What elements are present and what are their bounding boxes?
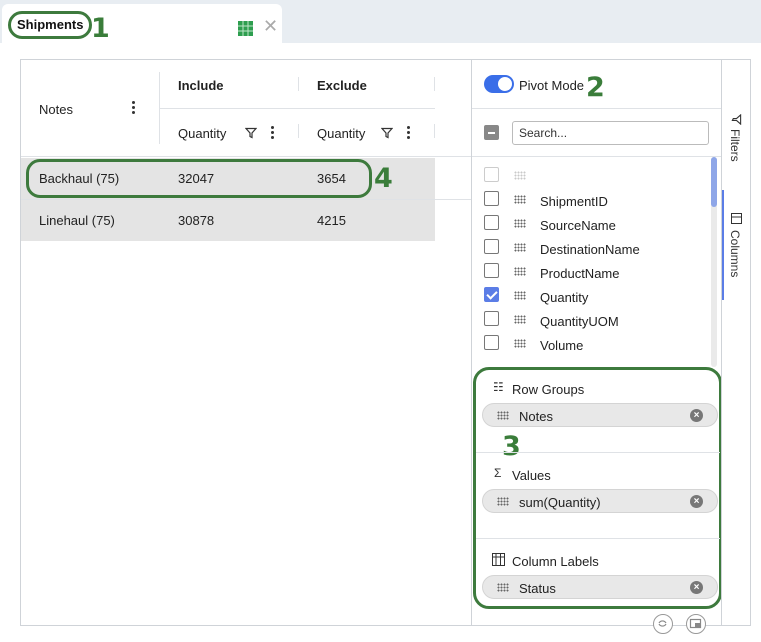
annotation-1: 1 [91, 13, 110, 44]
header-exclude-quantity[interactable]: Quantity [317, 126, 365, 141]
drag-handle-icon[interactable] [514, 195, 526, 204]
sigma-icon: Σ [494, 466, 502, 480]
drag-handle-icon[interactable] [497, 411, 509, 420]
annotation-3: 3 [502, 431, 521, 462]
shipments-tab[interactable]: Shipments ✕ [2, 4, 282, 44]
grid-header: Notes Include Exclude Quantity Quantity [21, 60, 471, 157]
remove-icon[interactable]: × [690, 409, 703, 422]
include-quantity-menu-icon[interactable] [271, 126, 275, 141]
values-title: Values [512, 468, 551, 483]
annotation-4: 4 [374, 163, 393, 194]
filter-icon[interactable] [245, 127, 257, 139]
drag-handle-icon[interactable] [497, 583, 509, 592]
remove-icon[interactable]: × [690, 581, 703, 594]
annotation-2: 2 [586, 72, 605, 103]
notes-menu-icon[interactable] [132, 101, 136, 116]
column-labels-title: Column Labels [512, 554, 599, 569]
column-item-productname[interactable]: ProductName [484, 260, 714, 284]
filter-icon[interactable] [381, 127, 393, 139]
value-pill[interactable]: sum(Quantity) × [482, 489, 718, 513]
pivot-mode-label: Pivot Mode [519, 78, 585, 93]
column-checkbox[interactable] [484, 263, 499, 278]
pip-icon[interactable] [686, 614, 706, 634]
column-checkbox[interactable] [484, 191, 499, 206]
row-group-pill[interactable]: Notes × [482, 403, 718, 427]
column-item-blank [484, 164, 714, 188]
drag-handle-icon[interactable] [514, 291, 526, 300]
drag-handle-icon[interactable] [514, 219, 526, 228]
column-item-destinationname[interactable]: DestinationName [484, 236, 714, 260]
column-checkbox[interactable] [484, 287, 499, 302]
exclude-cell[interactable]: 4215 [317, 213, 346, 228]
drop-zones: ☷ Row Groups Notes × 3 Σ Values sum(Quan… [473, 367, 722, 609]
header-exclude[interactable]: Exclude [317, 78, 367, 93]
table-row[interactable]: Linehaul (75) 30878 4215 [21, 200, 435, 241]
side-bar-tabs: Filters Columns [721, 60, 750, 625]
column-item-sourcename[interactable]: SourceName [484, 212, 714, 236]
drag-handle-icon[interactable] [514, 267, 526, 276]
include-cell[interactable]: 30878 [178, 213, 214, 228]
column-item-shipmentid[interactable]: ShipmentID [484, 188, 714, 212]
drag-handle-icon[interactable] [514, 339, 526, 348]
drag-handle-icon[interactable] [514, 243, 526, 252]
column-checkbox[interactable] [484, 239, 499, 254]
tab-title[interactable]: Shipments [8, 11, 93, 39]
column-labels-icon [492, 553, 505, 566]
drag-handle-icon[interactable] [497, 497, 509, 506]
pivot-mode-toggle[interactable] [484, 75, 514, 93]
tab-columns[interactable]: Columns [728, 230, 742, 277]
filter-icon [731, 114, 742, 125]
column-item-quantityuom[interactable]: QuantityUOM [484, 308, 714, 332]
refresh-icon[interactable] [653, 614, 673, 634]
exclude-quantity-menu-icon[interactable] [407, 126, 411, 141]
column-checkbox[interactable] [484, 311, 499, 326]
header-notes[interactable]: Notes [39, 102, 73, 117]
remove-icon[interactable]: × [690, 495, 703, 508]
header-include-quantity[interactable]: Quantity [178, 126, 226, 141]
grid-icon [238, 21, 253, 36]
drag-handle-icon[interactable] [514, 315, 526, 324]
row-group-cell[interactable]: Linehaul (75) [39, 213, 115, 228]
column-item-volume[interactable]: Volume [484, 332, 714, 356]
header-include[interactable]: Include [178, 78, 224, 93]
column-checkbox[interactable] [484, 215, 499, 230]
pivot-grid: Notes Include Exclude Quantity Quantity … [21, 60, 471, 625]
column-search-input[interactable] [512, 121, 709, 145]
row-highlight [26, 159, 372, 198]
column-item-quantity[interactable]: Quantity [484, 284, 714, 308]
select-all-checkbox[interactable] [484, 125, 499, 140]
tab-filters[interactable]: Filters [728, 129, 742, 162]
column-checkbox[interactable] [484, 335, 499, 350]
active-tab-indicator [722, 190, 724, 300]
row-groups-title: Row Groups [512, 382, 585, 397]
close-icon[interactable]: ✕ [263, 16, 278, 36]
row-groups-icon: ☷ [493, 380, 504, 394]
columns-icon [731, 213, 742, 224]
column-label-pill[interactable]: Status × [482, 575, 718, 599]
